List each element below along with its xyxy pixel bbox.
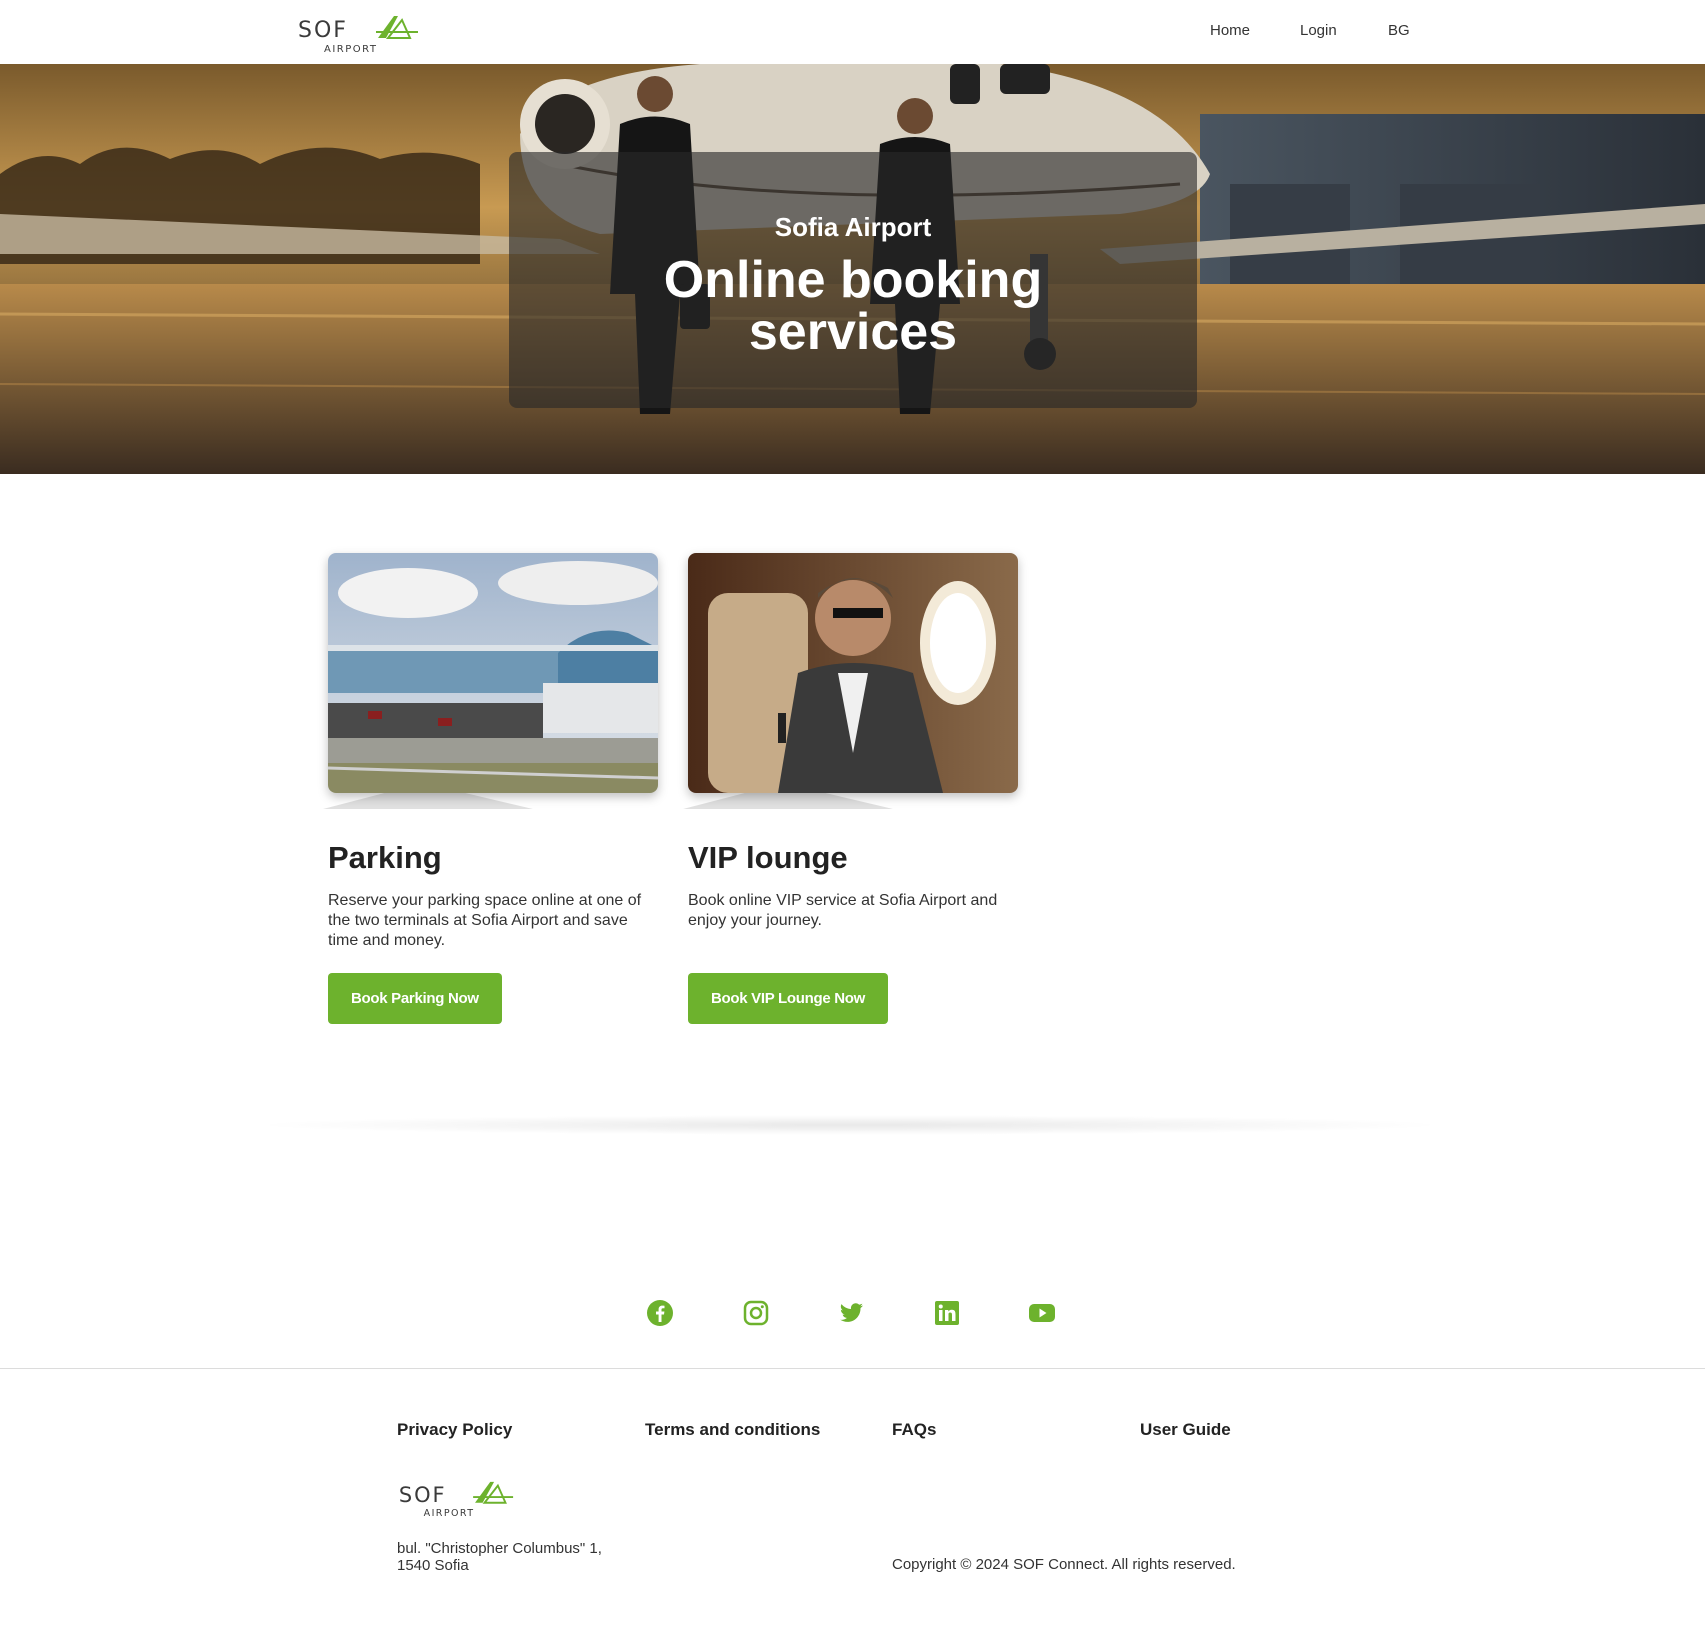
- nav-login[interactable]: Login: [1300, 22, 1337, 39]
- hero-title: Online booking services: [509, 254, 1197, 358]
- copyright-text: Copyright © 2024 SOF Connect. All rights…: [892, 1556, 1236, 1573]
- site-header: SOF AIRPORT Home Login BG: [0, 0, 1705, 64]
- vip-lounge-title: VIP lounge: [688, 840, 848, 875]
- parking-description: Reserve your parking space online at one…: [328, 892, 642, 949]
- address-line-1: bul. "Christopher Columbus" 1,: [397, 1540, 602, 1557]
- address-line-2: 1540 Sofia: [397, 1557, 469, 1574]
- footer-divider: [0, 1368, 1705, 1369]
- hero-subtitle: Sofia Airport: [774, 212, 932, 242]
- book-parking-button[interactable]: Book Parking Now: [328, 973, 502, 1024]
- vip-lounge-description: Book online VIP service at Sofia Airport…: [688, 892, 998, 929]
- terms-and-conditions-link[interactable]: Terms and conditions: [645, 1420, 820, 1440]
- vip-lounge-card: VIP lounge Book online VIP service at So…: [683, 553, 1018, 1024]
- hero-overlay-box: Sofia Airport Online booking services: [509, 152, 1197, 408]
- address: bul. "Christopher Columbus" 1, 1540 Sofi…: [397, 1540, 637, 1574]
- section-divider: [250, 1115, 1450, 1135]
- user-guide-link[interactable]: User Guide: [1140, 1420, 1231, 1440]
- twitter-icon[interactable]: [837, 1299, 865, 1327]
- vip-passenger-photo: [688, 553, 1018, 793]
- hero-title-line-2: services: [748, 303, 958, 361]
- parking-image: [328, 553, 658, 793]
- svg-text:AIRPORT: AIRPORT: [324, 44, 377, 54]
- nav-home[interactable]: Home: [1210, 22, 1250, 39]
- nav-language-bg[interactable]: BG: [1388, 22, 1410, 39]
- svg-text:AIRPORT: AIRPORT: [424, 1508, 475, 1519]
- airport-terminal-photo: [328, 553, 658, 793]
- privacy-policy-link[interactable]: Privacy Policy: [397, 1420, 512, 1440]
- svg-text:SOF: SOF: [298, 18, 348, 43]
- youtube-icon[interactable]: [1028, 1299, 1056, 1327]
- book-vip-lounge-button[interactable]: Book VIP Lounge Now: [688, 973, 889, 1024]
- footer-sofia-airport-logo[interactable]: SOF AIRPORT: [397, 1477, 515, 1519]
- hero-title-line-1: Online booking: [663, 251, 1043, 309]
- vip-lounge-image: [688, 553, 1018, 793]
- parking-title: Parking: [328, 840, 442, 875]
- linkedin-icon[interactable]: [933, 1299, 961, 1327]
- faqs-link[interactable]: FAQs: [892, 1420, 936, 1440]
- hero-banner: Sofia Airport Online booking services: [0, 64, 1705, 474]
- sofia-airport-logo[interactable]: SOF AIRPORT: [296, 12, 420, 54]
- instagram-icon[interactable]: [742, 1299, 770, 1327]
- svg-text:SOF: SOF: [399, 1483, 447, 1507]
- parking-card: Parking Reserve your parking space onlin…: [323, 553, 658, 1024]
- facebook-icon[interactable]: [646, 1299, 674, 1327]
